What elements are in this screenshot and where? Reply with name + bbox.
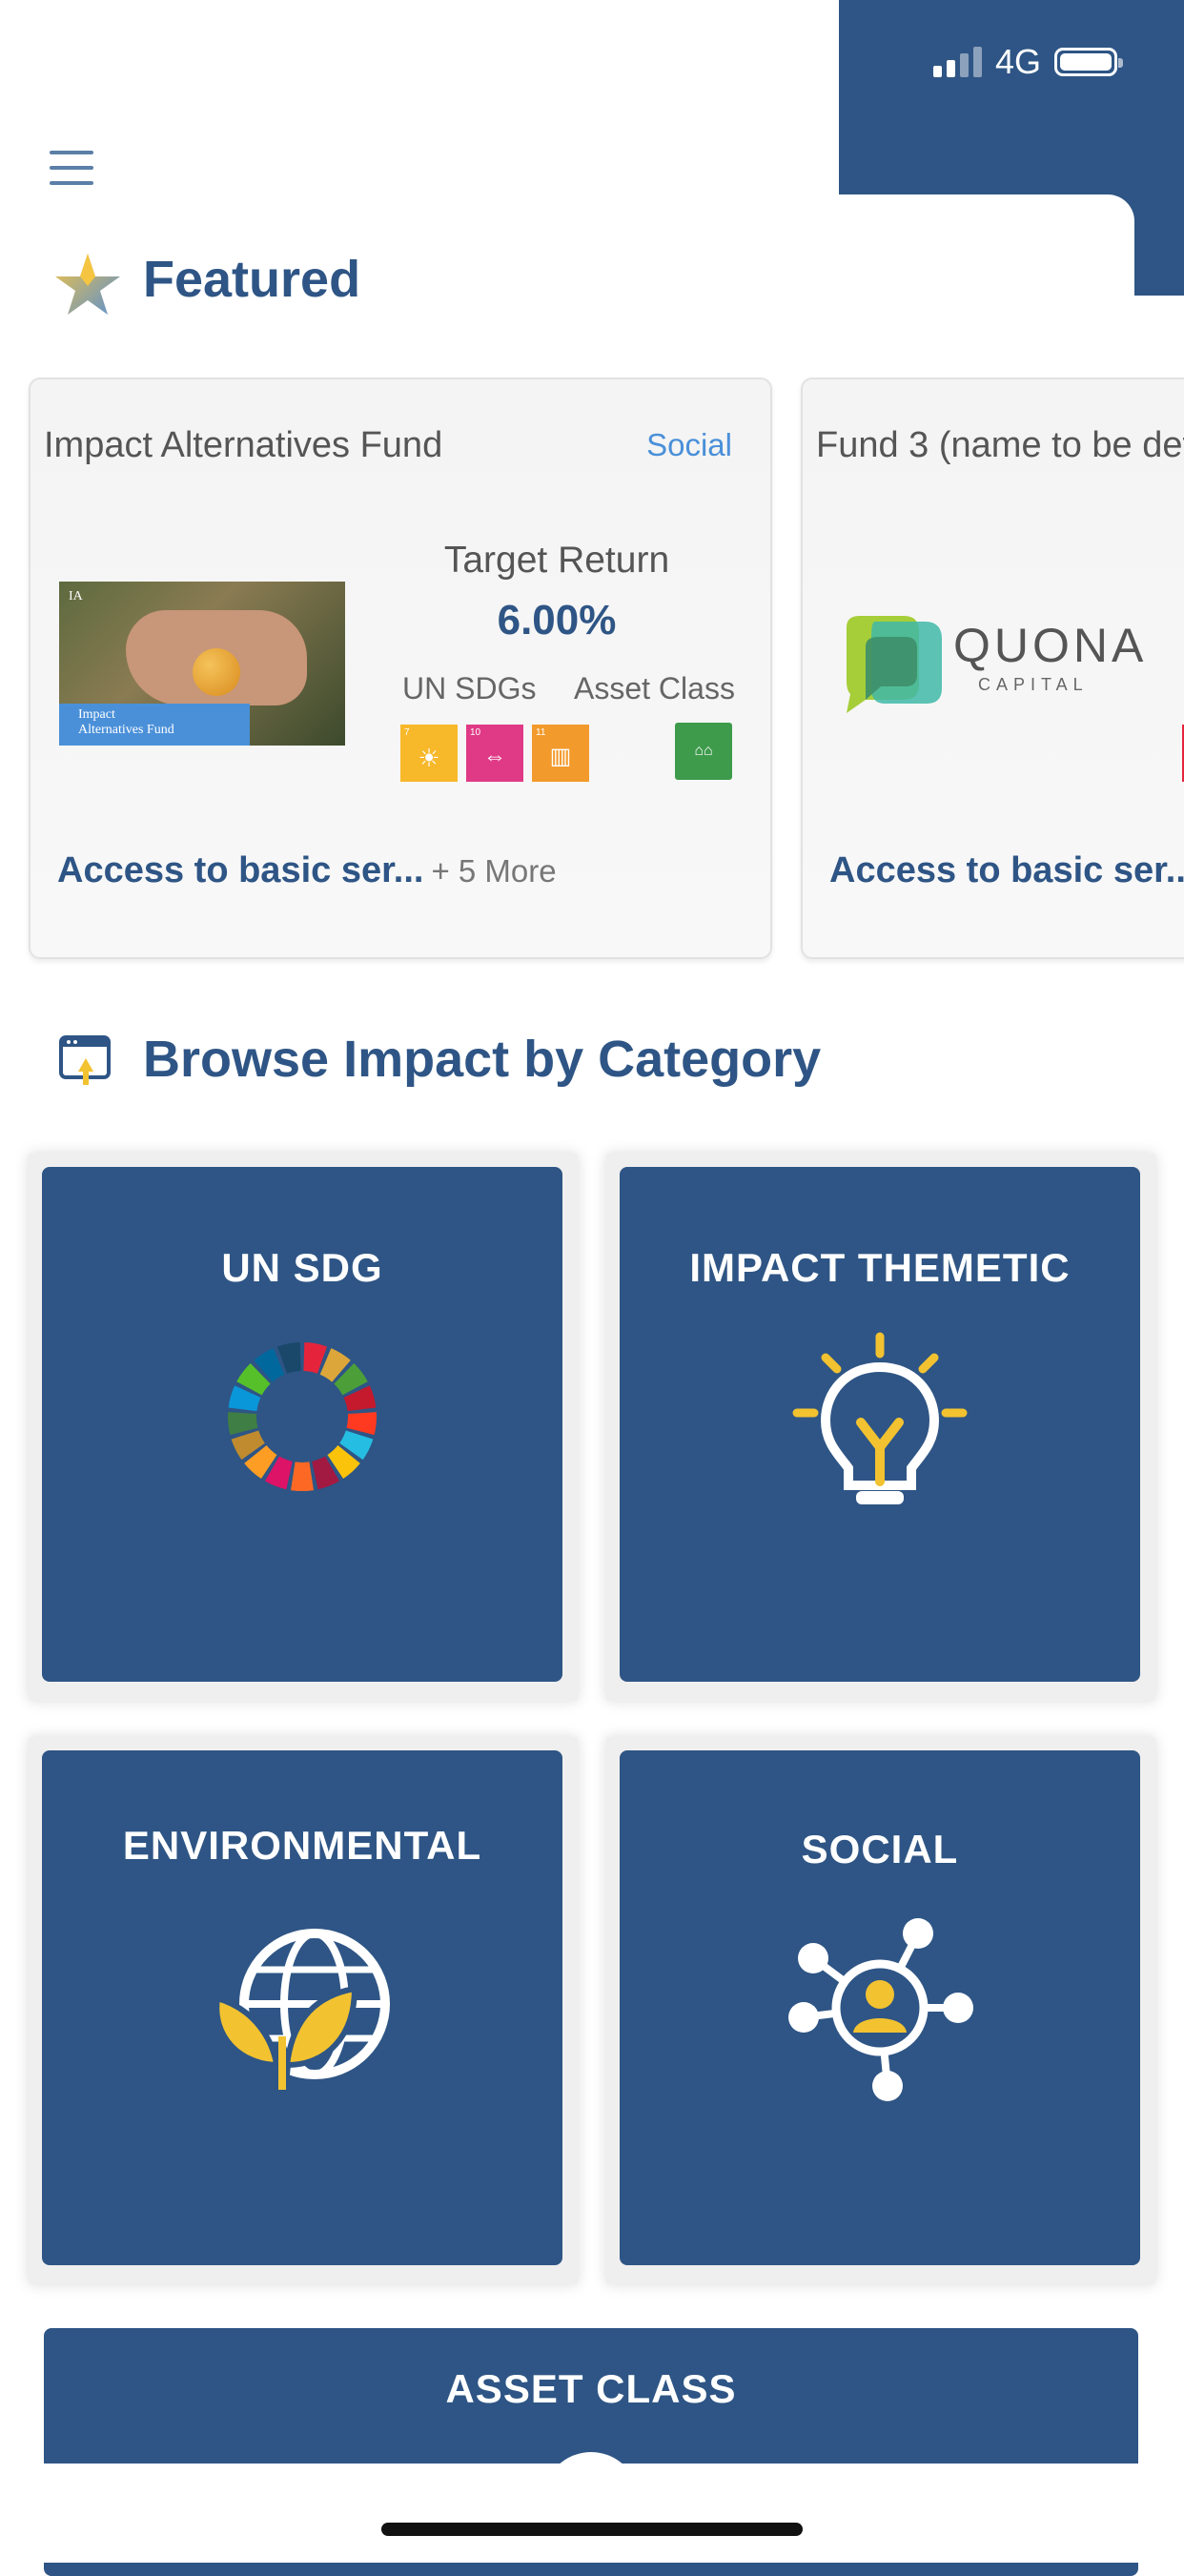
impact-access-text: Access to basic ser...+ [829, 850, 1184, 891]
category-label: ENVIRONMENTAL [122, 1823, 482, 1868]
header-corner-notch [839, 194, 1134, 309]
star-icon [53, 250, 122, 318]
impact-access-text: Access to basic ser... + 5 More [57, 850, 557, 891]
home-indicator[interactable] [381, 2523, 803, 2536]
bottom-safe-area [0, 2464, 1184, 2563]
signal-icon [932, 47, 982, 77]
access-text: Access to basic ser... [829, 850, 1184, 890]
fund-card[interactable]: Impact Alternatives Fund Social IA Impac… [29, 378, 772, 959]
category-label: UN SDG [221, 1245, 383, 1290]
fund-name: Impact Alternatives Fund [44, 425, 443, 465]
sdg-wheel-segment [290, 1462, 315, 1491]
more-link[interactable]: + 5 More [431, 853, 556, 889]
category-label: SOCIAL [801, 1827, 959, 1871]
lightbulb-icon [789, 1329, 970, 1520]
category-impact-thematic[interactable]: IMPACT THEMETIC [620, 1167, 1140, 1682]
quona-logo-icon [837, 608, 948, 715]
sdg-wheel-segment [228, 1412, 258, 1436]
sdg-10-icon: 10 ⇔ [466, 725, 523, 782]
sdg-11-icon: 11 ▥ [532, 725, 589, 782]
status-bar: 4G [932, 42, 1123, 82]
battery-icon [1054, 48, 1123, 76]
sdg-wheel-segment [346, 1412, 377, 1436]
target-return-label: Target Return [443, 540, 670, 581]
browse-category-icon [59, 1033, 112, 1089]
fund-name: Fund 3 (name to be det [816, 425, 1184, 465]
fund-image: IA Impact Alternatives Fund [59, 582, 345, 746]
quona-logo-sub: CAPITAL [978, 675, 1089, 694]
category-un-sdg[interactable]: UN SDG [42, 1167, 562, 1682]
target-return-value: 6.00% [497, 597, 617, 644]
fund-category-tag[interactable]: Social [646, 427, 732, 463]
featured-title: Featured [143, 251, 361, 308]
browse-title: Browse Impact by Category [143, 1031, 822, 1088]
network-person-icon [785, 1912, 975, 2103]
sdg-7-icon: 7 ☀ [400, 725, 458, 782]
asset-class-icon: ⌂⌂ [675, 723, 732, 780]
category-label: ASSET CLASS [445, 2366, 737, 2411]
leaf-globe-icon [212, 1922, 393, 2094]
fund-image-caption: Impact Alternatives Fund [59, 704, 250, 746]
network-label: 4G [994, 42, 1041, 81]
category-environmental[interactable]: ENVIRONMENTAL [42, 1750, 562, 2265]
access-text: Access to basic ser... [57, 850, 424, 890]
hamburger-menu-icon[interactable] [50, 151, 93, 185]
asset-class-label: Asset Class [574, 671, 735, 705]
fund-logo-mark: IA [69, 589, 83, 603]
category-social[interactable]: SOCIAL [620, 1750, 1140, 2265]
un-sdgs-label: UN SDGs [402, 671, 537, 705]
fruit-shape [193, 648, 240, 696]
sdg-wheel-icon [224, 1339, 380, 1495]
category-label: IMPACT THEMETIC [689, 1245, 1071, 1290]
quona-logo-name: QUONA [953, 619, 1148, 672]
fund-card[interactable]: Fund 3 (name to be det QUONA CAPITAL Acc… [801, 378, 1184, 959]
